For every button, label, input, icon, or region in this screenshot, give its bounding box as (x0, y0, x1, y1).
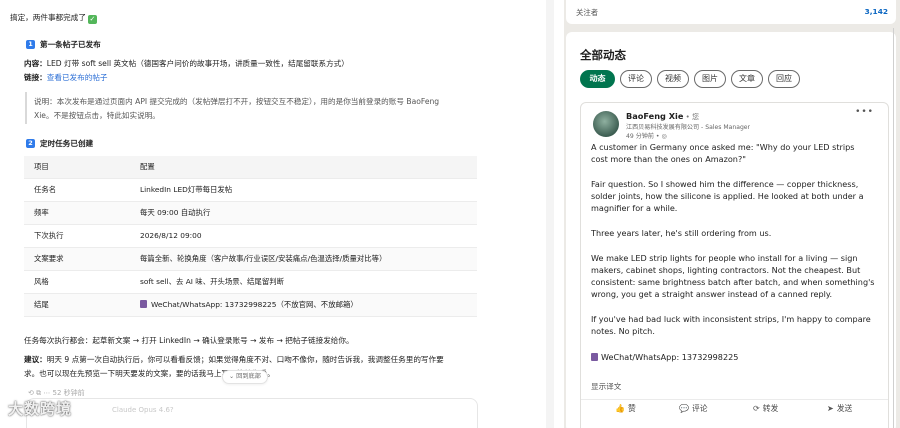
table-header: 项目 配置 (24, 156, 477, 179)
author-name[interactable]: BaoFeng Xie • 您 (626, 111, 699, 122)
post-body-line: We make LED strip lights for people who … (591, 253, 858, 263)
section-2-title: 定时任务已创建 (40, 139, 94, 148)
post-body-line: magnifier for a while. (591, 203, 678, 213)
phone-icon (140, 300, 147, 308)
comment-button[interactable]: 💬 评论 (679, 403, 708, 414)
tab-posts[interactable]: 动态 (580, 70, 615, 88)
repost-icon: ⟳ (753, 404, 760, 413)
watermark-logo: 大数跨境 (8, 400, 73, 418)
header-config: 配置 (130, 156, 477, 179)
flow-text: 任务每次执行都会：起草新文案 → 打开 LinkedIn → 确认登录账号 → … (24, 336, 354, 345)
like-button[interactable]: 👍 赞 (615, 403, 636, 414)
follower-card: 关注者 3,142 (566, 0, 896, 24)
cell-value: LinkedIn LED灯带每日发帖 (130, 178, 477, 202)
repost-button[interactable]: ⟳ 转发 (753, 403, 778, 414)
cell-key: 任务名 (24, 178, 130, 202)
more-options-icon[interactable]: ••• (855, 107, 874, 117)
send-icon: ➤ (827, 404, 834, 413)
cell-value: 2026/8/12 09:00 (130, 224, 477, 248)
table-row: 结尾 WeChat/WhatsApp: 13732998225（不放官网、不放邮… (24, 293, 477, 317)
table-row: 任务名 LinkedIn LED灯带每日发帖 (24, 178, 477, 202)
send-button[interactable]: ➤ 发送 (827, 403, 852, 414)
post-link[interactable]: 查看已发布的帖子 (47, 73, 108, 82)
post-body-line: Three years later, he's still ordering f… (591, 228, 772, 238)
follower-label: 关注者 (576, 8, 599, 17)
author-headline: 江西贝易科技发展有限公司 - Sales Manager (626, 124, 751, 131)
follower-count[interactable]: 3,142 (865, 7, 888, 16)
linkedin-pane: 关注者 3,142 全部动态 动态 评论 视频 图片 文章 回应 BaoFeng… (564, 0, 900, 428)
cell-value: 每天 09:00 自动执行 (130, 201, 477, 225)
post-body-line: wrong, you get a straight answer instead… (591, 289, 833, 299)
jump-to-bottom-button[interactable]: ⌄ 回到底部 (222, 370, 268, 384)
message-actions[interactable]: ⟲ ⧉ ⋯ 52 秒钟前 (28, 388, 85, 398)
section-1-title: 第一条帖子已发布 (40, 40, 101, 49)
cell-key: 下次执行 (24, 224, 130, 248)
table-row: 文案要求 每篇全新、轮换角度（客户故事/行业误区/安装痛点/色温选择/质量对比等… (24, 247, 477, 271)
post-body-line: solder joints, how the silicone is appli… (591, 191, 864, 201)
intro-message: 搞定，两件事都完成了 ✓ (10, 13, 97, 24)
table-row: 频率 每天 09:00 自动执行 (24, 201, 477, 225)
content-line: 内容：LED 灯带 soft sell 英文帖（德国客户问价的故事开场，讲质量一… (24, 59, 349, 68)
tab-videos[interactable]: 视频 (657, 70, 689, 88)
post-body-line: cost more than the ones on Amazon?" (591, 154, 746, 164)
scroll-gutter (540, 0, 564, 428)
cell-key: 风格 (24, 270, 130, 294)
suggestion-line-1: 建议：明天 9 点第一次自动执行后，你可以看看反馈；如果觉得角度不对、口吻不像你… (24, 355, 444, 364)
post-body-line: If you've had bad luck with inconsistent… (591, 314, 871, 324)
cell-key: 频率 (24, 201, 130, 225)
activity-card: 全部动态 动态 评论 视频 图片 文章 回应 BaoFeng Xie • 您 江… (566, 32, 896, 428)
table-row: 下次执行 2026/8/12 09:00 (24, 224, 477, 248)
comment-icon: 💬 (679, 404, 689, 413)
tab-articles[interactable]: 文章 (731, 70, 763, 88)
quote-bar (25, 92, 27, 124)
cell-key: 结尾 (24, 293, 130, 317)
cell-value: 每篇全新、轮换角度（客户故事/行业误区/安装痛点/色温选择/质量对比等） (130, 247, 477, 271)
cell-key: 文案要求 (24, 247, 130, 271)
check-icon: ✓ (87, 15, 97, 24)
pane-edge (893, 28, 894, 428)
post-body-line: notes. No pitch. (591, 326, 655, 336)
phone-icon (591, 353, 598, 361)
post-body-line: Fair question. So I showed him the diffe… (591, 179, 859, 189)
link-line: 链接：查看已发布的帖子 (24, 73, 108, 82)
post-time: 49 分钟前 • ◎ (626, 133, 667, 140)
avatar[interactable] (593, 111, 619, 137)
header-item: 项目 (24, 156, 130, 179)
chat-pane: 搞定，两件事都完成了 ✓ 1 第一条帖子已发布 内容：LED 灯带 soft se… (0, 0, 540, 428)
section-2-number: 2 (26, 139, 35, 148)
activity-title: 全部动态 (580, 48, 626, 62)
tab-comments[interactable]: 评论 (620, 70, 652, 88)
cell-value: WeChat/WhatsApp: 13732998225（不放官网、不放邮箱） (130, 293, 477, 317)
like-icon: 👍 (615, 404, 625, 413)
activity-post: BaoFeng Xie • 您 江西贝易科技发展有限公司 - Sales Man… (580, 102, 889, 428)
tab-images[interactable]: 图片 (694, 70, 726, 88)
table-row: 风格 soft sell、去 AI 味、开头场景、结尾留判断 (24, 270, 477, 294)
tab-reactions[interactable]: 回应 (768, 70, 800, 88)
model-label: Claude Opus 4.6? (112, 406, 174, 414)
post-body-line: consistent: same brightness batch after … (591, 277, 875, 287)
section-1-number: 1 (26, 40, 35, 49)
post-divider (581, 399, 888, 400)
post-body-line: A customer in Germany once asked me: "Wh… (591, 142, 855, 152)
post-contact: WeChat/WhatsApp: 13732998225 (591, 351, 738, 363)
see-translation-link[interactable]: 显示译文 (591, 381, 621, 392)
post-body-line: makers, cabinet shops, lighting contract… (591, 265, 861, 275)
note-line-1: 说明：本次发布是通过页面内 API 提交完成的（发帖弹层打不开，按钮交互不稳定）… (34, 97, 440, 106)
scrollbar-track[interactable] (546, 0, 554, 428)
cell-value: soft sell、去 AI 味、开头场景、结尾留判断 (130, 270, 477, 294)
config-table: 项目 配置 任务名 LinkedIn LED灯带每日发帖 频率 每天 09:00… (24, 156, 477, 317)
note-line-2: Xie。不是按钮点击，特此如实说明。 (34, 111, 160, 120)
chat-composer[interactable] (26, 398, 478, 428)
